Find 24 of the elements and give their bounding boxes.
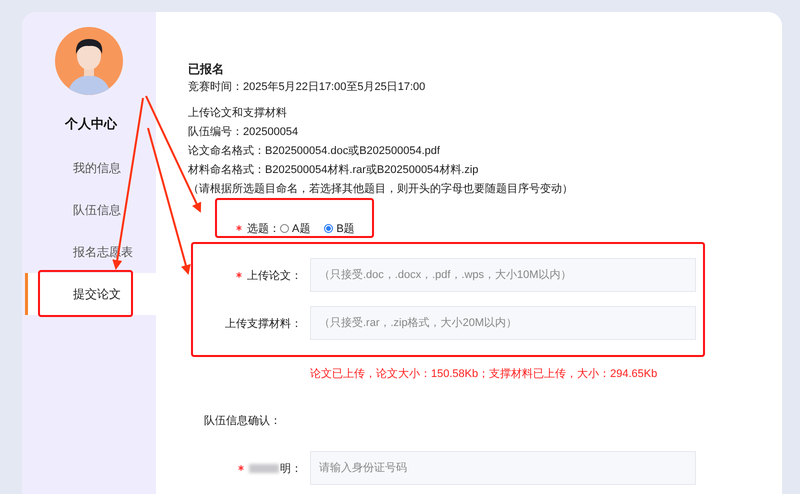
sidebar-title: 个人中心 (64, 115, 118, 133)
sidebar-item[interactable]: 提交论文 (25, 273, 156, 315)
avatar-icon (55, 27, 123, 95)
sidebar-item[interactable]: 我的信息 (25, 147, 156, 189)
radio-option[interactable]: A题 (280, 220, 310, 236)
field-label: 上传论文： (247, 268, 302, 282)
field-label: 选题： (247, 222, 280, 236)
input-field[interactable]: 请输入身份证号码 (310, 451, 696, 485)
input-field[interactable]: （只接受.doc，.docx，.pdf，.wps，大小10M以内） (310, 258, 696, 292)
field-label: 上传支撑材料： (225, 316, 302, 330)
field-label: 明： (280, 462, 302, 476)
competition-time: 竞赛时间：2025年5月22日17:00至5月25日17:00 (188, 80, 426, 95)
instruction-text: 队伍编号：202500054 (188, 125, 300, 140)
upload-status: 论文已上传，论文大小：150.58Kb；支撑材料已上传，大小：294.65Kb (310, 366, 658, 382)
instruction-text: 材料命名格式：B202500054材料.rar或B202500054材料.zip (188, 163, 480, 178)
radio-option[interactable]: B题 (324, 220, 355, 236)
sidebar-item[interactable]: 队伍信息 (25, 189, 156, 231)
instruction-text: （请根据所选题目命名，若选择其他题目，则开头的字母也要随题目序号变动） (188, 182, 574, 197)
section-label: 队伍信息确认： (204, 414, 282, 429)
status-heading: 已报名 (188, 61, 225, 78)
input-field[interactable]: （只接受.rar，.zip格式，大小20M以内） (310, 306, 696, 340)
instruction-text: 论文命名格式：B202500054.doc或B202500054.pdf (188, 144, 441, 159)
redacted-mark (249, 464, 279, 472)
instruction-text: 上传论文和支撑材料 (188, 106, 288, 121)
